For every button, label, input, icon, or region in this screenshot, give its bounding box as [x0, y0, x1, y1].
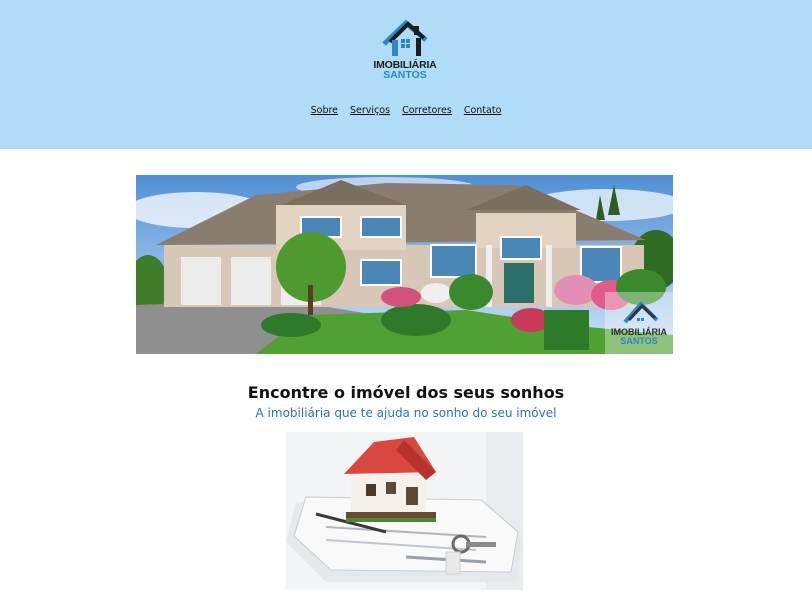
nav-link-contato[interactable]: Contato	[464, 105, 502, 116]
logo-wordmark: IMOBILIÁRIA SANTOS	[370, 60, 440, 81]
page-headline: Encontre o imóvel dos seus sonhos	[247, 383, 565, 402]
hero-watermark-logo: IMOBILIÁRIA SANTOS	[605, 292, 673, 354]
nav-link-servicos[interactable]: Serviços	[350, 105, 390, 116]
house-watermark-icon	[623, 301, 659, 324]
house-model-image	[286, 432, 523, 590]
page-subheadline: A imobiliária que te ajuda no sonho do s…	[255, 406, 557, 420]
nav-link-sobre[interactable]: Sobre	[311, 105, 338, 116]
house-model-on-contract-photo	[286, 432, 523, 590]
site-logo[interactable]: IMOBILIÁRIA SANTOS	[370, 18, 440, 86]
nav-link-corretores[interactable]: Corretores	[402, 105, 452, 116]
hero-banner-image: IMOBILIÁRIA SANTOS	[136, 175, 673, 354]
watermark-wordmark: IMOBILIÁRIA SANTOS	[605, 328, 673, 346]
site-header: IMOBILIÁRIA SANTOS Sobre Serviços Corret…	[0, 0, 812, 149]
logo-line2: SANTOS	[383, 69, 427, 81]
cut-off-text-line	[0, 592, 812, 601]
suburban-house-photo	[136, 175, 673, 354]
watermark-line2: SANTOS	[620, 336, 658, 346]
house-logo-icon	[382, 19, 428, 56]
main-nav: Sobre Serviços Corretores Contato	[0, 105, 812, 116]
